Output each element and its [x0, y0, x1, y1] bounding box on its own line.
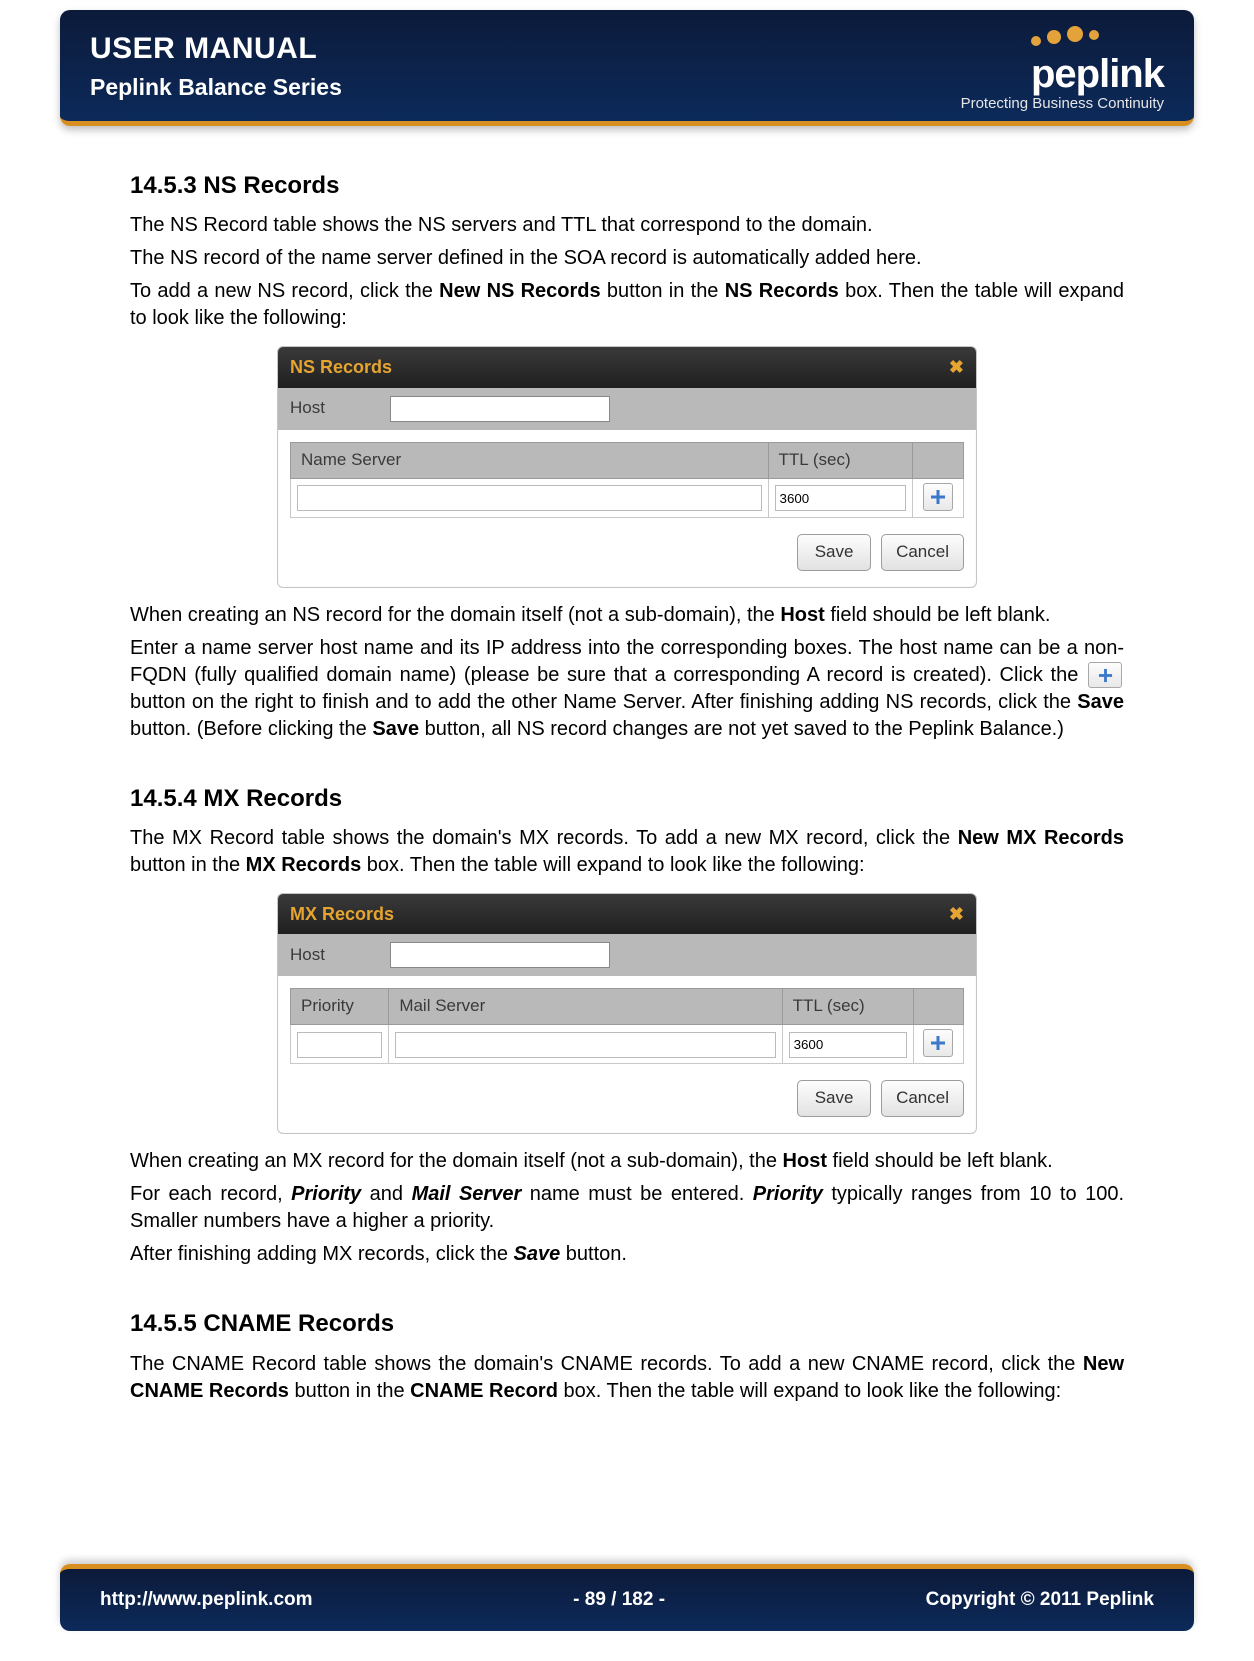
mx-panel-title: MX Records [290, 902, 394, 926]
cancel-button[interactable]: Cancel [881, 1080, 964, 1117]
footer-url: http://www.peplink.com [100, 1589, 313, 1611]
section-ns-heading: 14.5.3 NS Records [130, 170, 1124, 202]
document-body: 14.5.3 NS Records The NS Record table sh… [60, 126, 1194, 1431]
page-footer: http://www.peplink.com - 89 / 182 - Copy… [60, 1564, 1194, 1631]
plus-icon [930, 1035, 946, 1051]
add-mx-button[interactable] [923, 1029, 953, 1057]
cancel-button[interactable]: Cancel [881, 534, 964, 571]
ns-col-name: Name Server [291, 442, 769, 478]
close-icon[interactable]: ✖ [949, 902, 964, 926]
table-row [291, 1025, 964, 1064]
footer-page: - 89 / 182 - [573, 1589, 665, 1611]
ns-name-input[interactable] [297, 485, 762, 511]
ns-p3: To add a new NS record, click the New NS… [130, 278, 1124, 332]
mx-p4: After finishing adding MX records, click… [130, 1241, 1124, 1268]
ns-p5: Enter a name server host name and its IP… [130, 635, 1124, 743]
brand-tagline: Protecting Business Continuity [961, 95, 1164, 112]
mx-p2: When creating an MX record for the domai… [130, 1148, 1124, 1175]
logo-dots-icon [961, 28, 1164, 50]
mx-records-panel: MX Records ✖ Host Priority Mail Server T… [277, 893, 977, 1134]
mx-host-input[interactable] [390, 942, 610, 968]
plus-icon [930, 489, 946, 505]
section-mx-heading: 14.5.4 MX Records [130, 783, 1124, 815]
mx-col-priority: Priority [291, 989, 389, 1025]
mx-ttl-input[interactable] [789, 1032, 907, 1058]
close-icon[interactable]: ✖ [949, 355, 964, 379]
save-button[interactable]: Save [797, 534, 871, 571]
ns-host-input[interactable] [390, 396, 610, 422]
section-cname-heading: 14.5.5 CNAME Records [130, 1308, 1124, 1340]
mx-host-label: Host [290, 944, 370, 967]
mx-col-mail: Mail Server [389, 989, 782, 1025]
mx-p1: The MX Record table shows the domain's M… [130, 825, 1124, 879]
mx-records-table: Priority Mail Server TTL (sec) [290, 988, 964, 1064]
brand-name: peplink [961, 52, 1164, 97]
ns-p2: The NS record of the name server defined… [130, 245, 1124, 272]
table-row [291, 478, 964, 517]
ns-host-label: Host [290, 397, 370, 420]
mx-p3: For each record, Priority and Mail Serve… [130, 1181, 1124, 1235]
page-header: USER MANUAL Peplink Balance Series pepli… [60, 10, 1194, 126]
footer-copyright: Copyright © 2011 Peplink [926, 1589, 1154, 1611]
ns-p1: The NS Record table shows the NS servers… [130, 212, 1124, 239]
brand-logo: peplink Protecting Business Continuity [961, 28, 1164, 112]
ns-records-table: Name Server TTL (sec) [290, 442, 964, 518]
ns-ttl-input[interactable] [775, 485, 906, 511]
mx-mailserver-input[interactable] [395, 1032, 775, 1058]
ns-records-panel: NS Records ✖ Host Name Server TTL (sec) [277, 346, 977, 587]
cname-p1: The CNAME Record table shows the domain'… [130, 1351, 1124, 1405]
ns-col-ttl: TTL (sec) [768, 442, 912, 478]
save-button[interactable]: Save [797, 1080, 871, 1117]
plus-icon-inline [1088, 662, 1122, 688]
mx-col-ttl: TTL (sec) [782, 989, 913, 1025]
ns-panel-title: NS Records [290, 355, 392, 379]
ns-p4: When creating an NS record for the domai… [130, 602, 1124, 629]
add-ns-button[interactable] [923, 483, 953, 511]
mx-priority-input[interactable] [297, 1032, 382, 1058]
